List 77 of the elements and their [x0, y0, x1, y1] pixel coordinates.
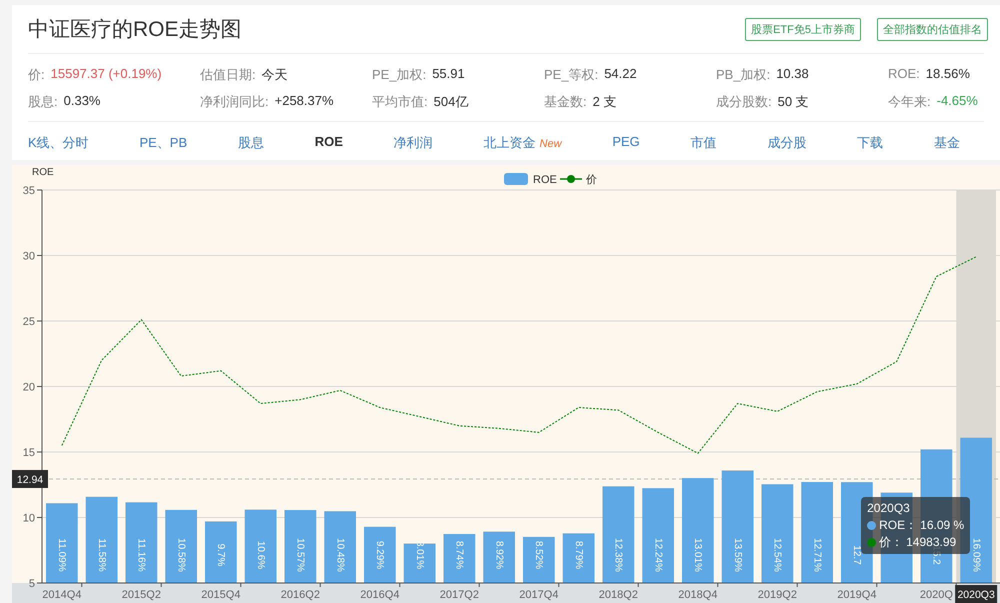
bar-value-label: 13.59%	[732, 538, 743, 572]
axis-tick-label: 30	[22, 250, 35, 262]
stat-label: PE_加权:	[372, 66, 426, 84]
axis-tick-label: 5	[28, 578, 35, 590]
ref-line-label: 12.94	[16, 474, 44, 486]
bar-value-label: 11.09%	[56, 538, 68, 572]
bar-value-label: 8.52%	[533, 540, 544, 570]
axis-tick-label: 35	[22, 185, 35, 197]
axis-tick-label: 10	[22, 512, 35, 524]
stat-label: 股息:	[28, 93, 58, 111]
bar-value-label: 9.7%	[215, 544, 226, 566]
axis-tick-label: 2018Q2	[598, 589, 638, 601]
bar-value-label: 8.74%	[454, 540, 465, 570]
axis-tick-label: 2017Q2	[440, 589, 479, 601]
axis-tick-label: 2017Q4	[519, 589, 558, 601]
stat-label: ROE:	[888, 66, 920, 83]
bar-value-label: 15.2	[930, 545, 942, 565]
bar-value-label: 11.16%	[136, 538, 147, 572]
bar-value-label: 11.58%	[96, 538, 107, 572]
axis-tick-label: 20	[22, 382, 35, 394]
bar-value-label: 12.7	[851, 545, 862, 565]
axis-tick-label: 15	[22, 447, 35, 459]
stat-value: 10.38	[776, 66, 809, 83]
stat-value: -4.65%	[936, 93, 978, 110]
legend-label: 价	[586, 174, 597, 186]
stat-label: 基金数:	[544, 93, 587, 111]
pointer-label: 2020Q3	[955, 585, 998, 603]
stat-value: 55.91	[432, 66, 465, 83]
stat-value: 18.56%	[926, 66, 970, 83]
axis-tick-label: 2019Q4	[837, 589, 876, 601]
bar-value-label: 10.48%	[334, 538, 346, 572]
stat-value: 50 支	[778, 93, 809, 111]
tooltip-label: ROE：	[879, 517, 918, 534]
stat-value: 今天	[262, 66, 288, 84]
legend-label: ROE	[533, 174, 557, 186]
axis-tick-label: 25	[22, 316, 35, 328]
axis-tick-label: 2016Q4	[360, 589, 400, 601]
stat-label: 今年来:	[888, 93, 931, 111]
stat-label: 平均市值:	[372, 93, 428, 111]
stat-value: 504亿	[434, 93, 468, 111]
tooltip-label: 价：	[879, 534, 904, 551]
stat-value: 15597.37 (+0.19%)	[50, 66, 162, 83]
stat-label: PE_等权:	[544, 66, 598, 84]
bar-value-label: 12.38%	[612, 538, 624, 572]
stat-label: PB_加权:	[716, 66, 770, 84]
bar-value-label: 10.6%	[254, 540, 266, 570]
bar-value-label: 16.09%	[970, 538, 982, 572]
axis-tick-label: 2016Q2	[280, 589, 320, 601]
bar-value-label: 12.54%	[772, 538, 783, 572]
new-label: New	[540, 138, 562, 150]
bar-value-label: 8.79%	[572, 540, 584, 570]
stat-value: 2 支	[592, 93, 616, 111]
pointer-label: 12.94	[12, 470, 48, 488]
stat-label: 估值日期:	[200, 66, 256, 84]
stat-label: 成分股数:	[716, 93, 772, 111]
bar-value-label: 13.01%	[692, 538, 704, 572]
bar-value-label: 12.71%	[811, 538, 822, 572]
bar-value-label: 10.57%	[294, 538, 306, 572]
bar-value-label: 8.92%	[493, 540, 504, 570]
axis-tick-label: 2018Q4	[678, 589, 718, 601]
stat-value: 0.33%	[64, 93, 100, 110]
axis-tick-label: 2020Q	[920, 589, 953, 601]
axis-tick-label: 2014Q4	[42, 589, 82, 601]
stat-label: 净利润同比:	[200, 93, 269, 111]
axis-title: ROE	[32, 167, 54, 178]
bar-value-label: 12.24%	[652, 538, 664, 572]
tooltip-value: 16.09 %	[920, 517, 964, 534]
bar-value-label: 9.29%	[374, 540, 386, 570]
axis-tick-label: 2015Q2	[122, 589, 161, 601]
tooltip-title: 2020Q3	[867, 500, 911, 517]
page-title: 中证医疗的ROE走势图	[28, 17, 242, 43]
stat-value: 54.22	[604, 66, 637, 83]
stat-value: +258.37%	[274, 93, 334, 110]
axis-tick-label: 2015Q4	[201, 589, 240, 601]
bar-value-label: 10.58%	[175, 538, 186, 572]
axis-tick-label: 2019Q2	[758, 589, 797, 601]
stat-label: 价:	[28, 66, 45, 84]
